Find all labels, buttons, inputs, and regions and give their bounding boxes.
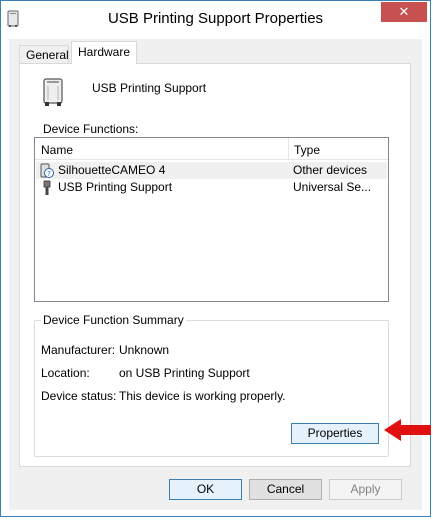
usb-icon [43, 180, 51, 195]
close-button[interactable]: ✕ [381, 2, 427, 22]
device-functions-list[interactable]: Name Type ? SilhouetteCAMEO 4 Other devi… [34, 137, 389, 302]
red-arrow-annotation [384, 419, 431, 441]
manufacturer-value: Unknown [119, 343, 170, 357]
device-status-label: Device status: [41, 389, 117, 403]
device-name: USB Printing Support [92, 81, 207, 95]
location-value: on USB Printing Support [119, 366, 250, 380]
device-status-value: This device is working properly. [119, 389, 286, 403]
column-divider[interactable] [288, 138, 289, 159]
hardware-panel: USB Printing Support Device Functions: N… [19, 63, 411, 467]
list-header: Name Type [35, 138, 388, 160]
dialog-client-area: General Hardware USB Printing Support De… [9, 39, 422, 510]
row-type: Universal Se... [293, 180, 372, 194]
row-type: Other devices [293, 163, 368, 177]
properties-button[interactable]: Properties [291, 423, 379, 444]
row-name: USB Printing Support [58, 180, 173, 194]
properties-window: USB Printing Support Properties ✕ Genera… [0, 0, 431, 517]
row-name: SilhouetteCAMEO 4 [58, 163, 166, 177]
tab-general[interactable]: General [19, 45, 69, 63]
column-header-name[interactable]: Name [41, 143, 73, 157]
window-title: USB Printing Support Properties [107, 10, 324, 27]
cancel-button[interactable]: Cancel [249, 479, 322, 500]
unknown-device-icon: ? [40, 163, 54, 178]
svg-text:?: ? [47, 170, 51, 178]
list-item[interactable]: USB Printing Support Universal Se... [36, 179, 387, 196]
device-functions-label: Device Functions: [43, 122, 139, 136]
location-label: Location: [41, 366, 90, 380]
ok-button[interactable]: OK [169, 479, 242, 500]
column-header-type[interactable]: Type [294, 143, 320, 157]
manufacturer-label: Manufacturer: [41, 343, 116, 357]
title-bar[interactable]: USB Printing Support Properties ✕ [1, 1, 430, 39]
close-icon: ✕ [398, 4, 410, 19]
summary-legend: Device Function Summary [41, 313, 186, 327]
list-item[interactable]: ? SilhouetteCAMEO 4 Other devices [36, 162, 387, 179]
tab-hardware[interactable]: Hardware [71, 41, 137, 64]
device-function-summary-group: Device Function Summary Manufacturer: Un… [34, 313, 389, 457]
apply-button[interactable]: Apply [329, 479, 402, 500]
printer-icon [43, 78, 63, 106]
